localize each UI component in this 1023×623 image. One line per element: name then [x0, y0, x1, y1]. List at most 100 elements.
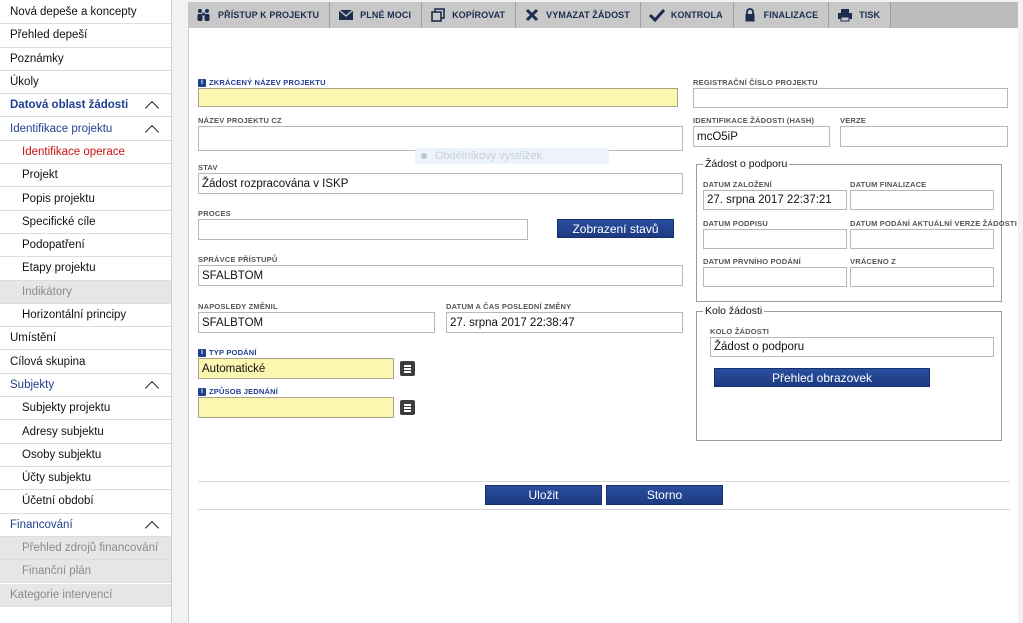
info-icon: i [198, 348, 206, 357]
pristup-k-projektu-button[interactable]: Přístup k projektu [188, 2, 331, 28]
sidebar-item-label: Účty subjektu [22, 472, 92, 485]
finalizace-label: Finalizace [763, 10, 819, 20]
zkraceny-nazev-label: i Zkrácený název projektu [198, 78, 326, 87]
zobrazeni-stavu-button[interactable]: Zobrazení stavů [557, 219, 674, 238]
datum-prvniho-podani-input [703, 267, 847, 287]
bottom-divider-bottom [198, 509, 1010, 510]
identifikace-hash-input: mcO5iP [693, 126, 830, 147]
sidebar-item-label: Subjekty projektu [22, 402, 111, 415]
sidebar-item-label: Subjekty [10, 378, 55, 391]
sidebar-item-ucty-subjektu[interactable]: Účty subjektu [0, 467, 171, 491]
tisk-button[interactable]: Tisk [829, 2, 892, 28]
naposledy-zmenil-label: Naposledy změnil [198, 302, 278, 311]
cross-icon [524, 8, 540, 22]
chevron-up-icon[interactable] [144, 520, 160, 535]
sidebar-item-prehled-zdroju-financovani[interactable]: Přehled zdrojů financování [0, 536, 171, 561]
lock-icon [742, 8, 758, 22]
finalizace-button[interactable]: Finalizace [733, 2, 830, 28]
sidebar-item-label: Podopatření [22, 239, 85, 252]
zpusob-jednani-list-icon[interactable] [400, 400, 415, 415]
registracni-cislo-label: Registrační číslo projektu [693, 78, 818, 87]
plne-moci-button[interactable]: Plné moci [330, 2, 423, 28]
vymazat-zadost-button[interactable]: Vymazat žádost [516, 2, 641, 28]
sidebar-item-label: Financování [10, 518, 73, 531]
datum-podpisu-input [703, 229, 847, 249]
sidebar-item-label: Umístění [10, 332, 57, 345]
sidebar-item-label: Adresy subjektu [22, 425, 104, 438]
sidebar-item-osoby-subjektu[interactable]: Osoby subjektu [0, 443, 171, 467]
sidebar-item-etapy-projektu[interactable]: Etapy projektu [0, 257, 171, 281]
sidebar-item-umisteni[interactable]: Umístění [0, 327, 171, 351]
zpusob-jednani-input[interactable] [198, 397, 394, 418]
sidebar-item-label: Účetní období [22, 495, 94, 508]
sidebar-item-subjekty[interactable]: Subjekty [0, 373, 171, 398]
storno-button[interactable]: Storno [606, 485, 723, 505]
chevron-up-icon[interactable] [144, 101, 160, 116]
sidebar-item-projekt[interactable]: Projekt [0, 164, 171, 188]
datum-zalozeni-label: Datum založení [703, 180, 772, 189]
nazev-projektu-cz-label: Název projektu CZ [198, 116, 282, 125]
sidebar-item-kategorie-intervenci[interactable]: Kategorie intervencí [0, 583, 171, 607]
sidebar-item-subjekty-projektu[interactable]: Subjekty projektu [0, 397, 171, 421]
vraceno-z-label: Vráceno z [850, 257, 896, 266]
sidebar-item-ukoly[interactable]: Úkoly [0, 70, 171, 95]
envelope-icon [338, 8, 354, 22]
sidebar-item-indikatory[interactable]: Indikátory [0, 280, 171, 304]
sidebar-item-nova-depese-a-koncepty[interactable]: Nová depeše a koncepty [0, 1, 171, 25]
typ-podani-input[interactable]: Automatické [198, 358, 394, 379]
pristup-k-projektu-label: Přístup k projektu [218, 10, 320, 20]
info-icon: i [198, 387, 206, 396]
naposledy-zmenil-input: SFALBTOM [198, 312, 435, 333]
sidebar-item-datova-oblast-zadosti[interactable]: Datová oblast žádosti [0, 94, 171, 118]
sidebar-item-label: Popis projektu [22, 192, 95, 205]
spravce-pristupu-label: Správce přístupů [198, 255, 278, 264]
app-root: Nová depeše a koncepty Přehled depeší Pozn… [0, 0, 1023, 623]
sidebar-item-popis-projektu[interactable]: Popis projektu [0, 187, 171, 211]
ulozit-button[interactable]: Uložit [485, 485, 602, 505]
chevron-up-icon[interactable] [144, 124, 160, 139]
kontrola-button[interactable]: Kontrola [640, 2, 734, 28]
sidebar-item-identifikace-projektu[interactable]: Identifikace projektu [0, 117, 171, 141]
sidebar-item-label: Datová oblast žádosti [10, 99, 129, 112]
sidebar-item-label: Etapy projektu [22, 262, 96, 275]
spravce-pristupu-input: SFALBTOM [198, 265, 683, 286]
proces-input [198, 219, 528, 240]
tisk-label: Tisk [859, 10, 881, 20]
sidebar-item-cilova-skupina[interactable]: Cílová skupina [0, 350, 171, 374]
kolo-zadosti-title: Kolo žádosti [703, 305, 765, 317]
bottom-divider-top [198, 481, 1010, 482]
prehled-obrazovek-button[interactable]: Přehled obrazovek [714, 368, 930, 387]
proces-label: Proces [198, 209, 231, 218]
kopirovat-button[interactable]: Kopírovat [422, 2, 517, 28]
typ-podani-list-icon[interactable] [400, 361, 415, 376]
zkraceny-nazev-input[interactable] [198, 88, 678, 107]
datum-posledni-zmeny-label: Datum a čas poslední změny [446, 302, 572, 311]
datum-podani-aktualni-input [850, 229, 994, 249]
sidebar-item-adresy-subjektu[interactable]: Adresy subjektu [0, 420, 171, 444]
sidebar-item-horizontalni-principy[interactable]: Horizontální principy [0, 303, 171, 328]
sidebar-item-label: Úkoly [10, 76, 39, 89]
sidebar-item-ucetni-obdobi[interactable]: Účetní období [0, 490, 171, 514]
zadost-o-podporu-title: Žádost o podporu [703, 158, 790, 170]
sidebar-item-identifikace-operace[interactable]: Identifikace operace [0, 140, 171, 165]
form-panel: i Zkrácený název projektu Název projektu … [188, 28, 1018, 623]
sidebar-item-podopatreni[interactable]: Podopatření [0, 234, 171, 258]
sidebar-item-label: Cílová skupina [10, 355, 86, 368]
sidebar-item-specificke-cile[interactable]: Specifické cíle [0, 210, 171, 234]
tooltip-dot-icon [421, 153, 427, 159]
vraceno-z-input [850, 267, 994, 287]
action-toolbar: Přístup k projektu Plné moci Kopírovat V… [188, 2, 1018, 28]
sidebar-item-label: Přehled depeší [10, 29, 88, 42]
kontrola-label: Kontrola [670, 10, 723, 20]
sidebar-item-label: Přehled zdrojů financování [22, 542, 159, 555]
sidebar-item-financni-plan[interactable]: Finanční plán [0, 560, 171, 584]
sidebar-item-poznamky[interactable]: Poznámky [0, 47, 171, 71]
datum-podpisu-label: Datum podpisu [703, 219, 768, 228]
sidebar-item-label: Nová depeše a koncepty [10, 6, 137, 19]
sidebar-item-prehled-depesi[interactable]: Přehled depeší [0, 24, 171, 48]
sidebar-navigation: Nová depeše a koncepty Přehled depeší Pozn… [0, 0, 172, 623]
sidebar-item-financovani[interactable]: Financování [0, 513, 171, 537]
zpusob-jednani-label: i Způsob jednání [198, 387, 278, 396]
sidebar-item-label: Osoby subjektu [22, 448, 102, 461]
chevron-up-icon[interactable] [144, 380, 160, 396]
